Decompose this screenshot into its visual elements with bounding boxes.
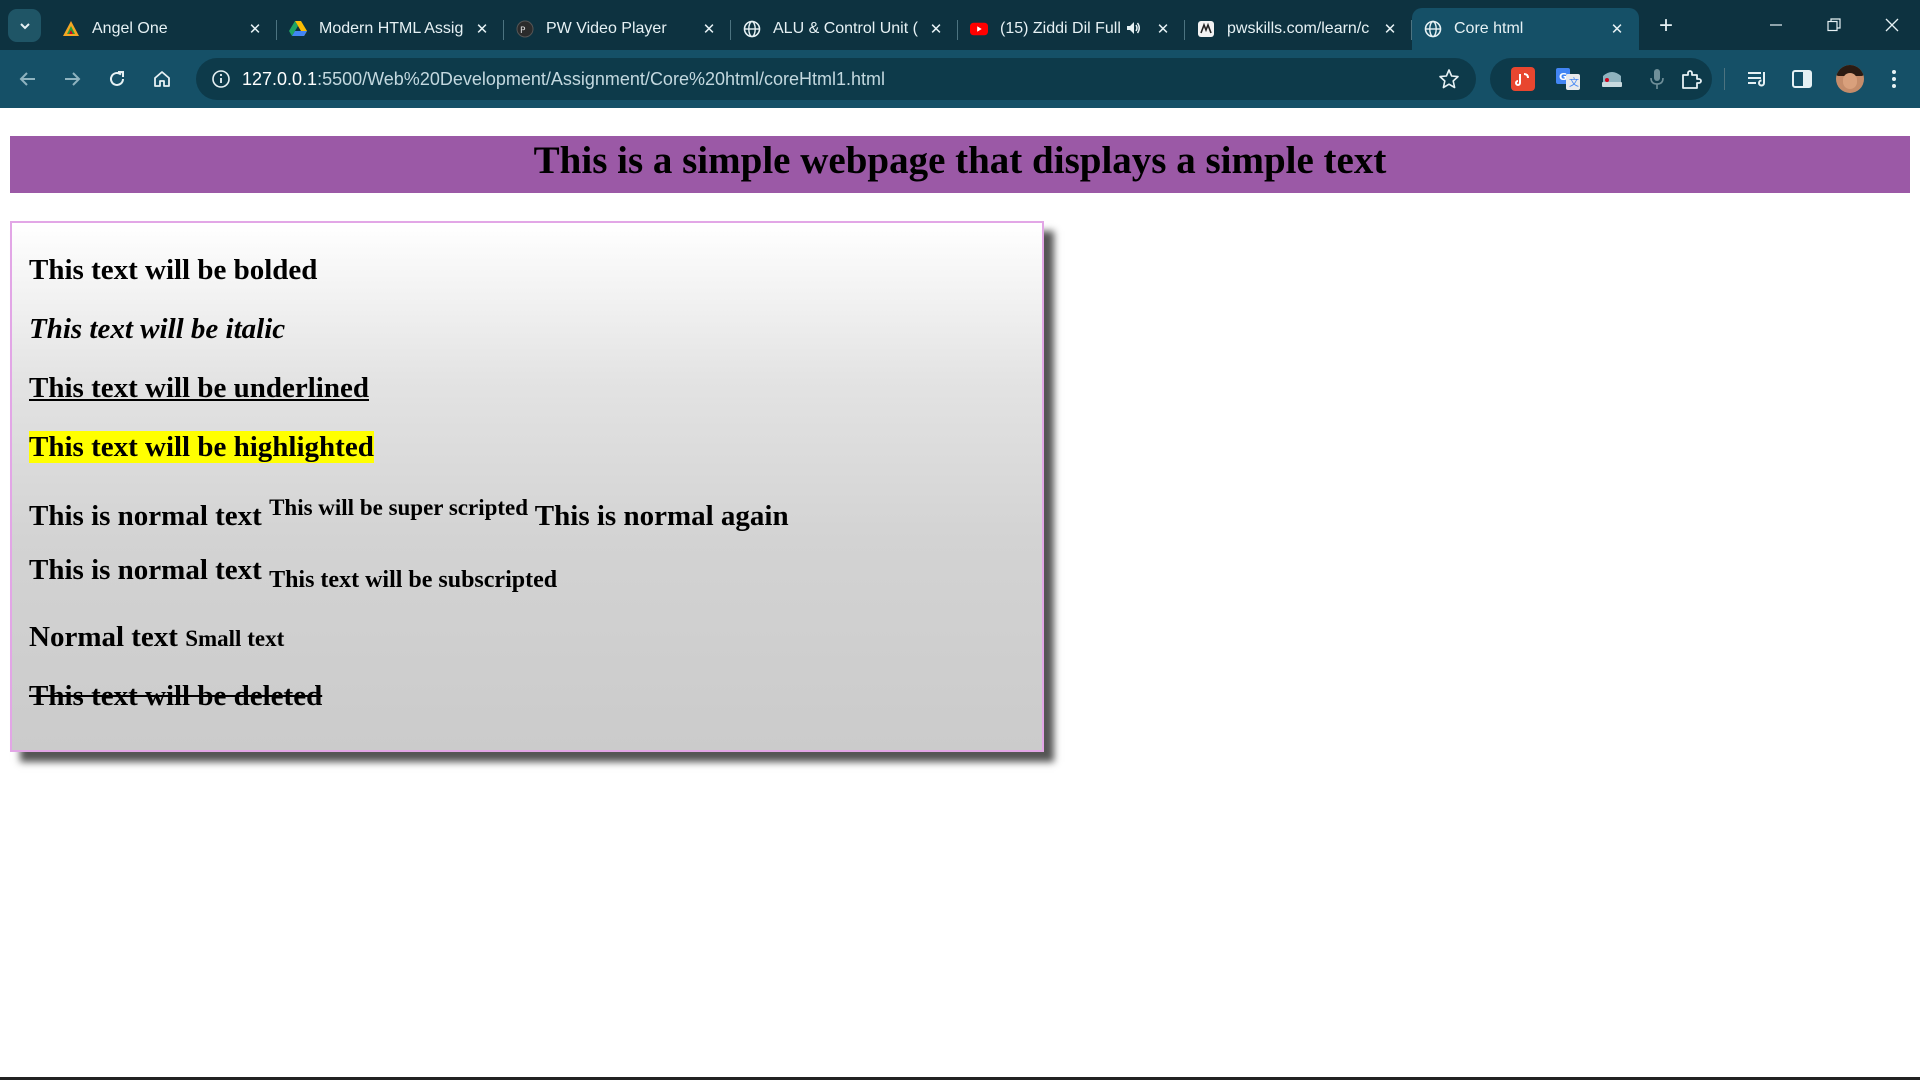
back-button[interactable]: [12, 63, 44, 95]
normal-text: This is normal text: [29, 500, 270, 532]
tab-pw-video-player[interactable]: P PW Video Player ✕: [504, 8, 731, 50]
close-icon[interactable]: ✕: [699, 19, 719, 39]
menu-button[interactable]: [1878, 63, 1910, 95]
bold-text: This text will be bolded: [29, 254, 318, 286]
url-text: 127.0.0.1:5500/Web%20Development/Assignm…: [242, 69, 885, 90]
tab-alu-control-unit[interactable]: ALU & Control Unit ( ✕: [731, 8, 958, 50]
site-info-button[interactable]: [200, 58, 242, 100]
tab-search-button[interactable]: [8, 9, 41, 42]
extensions-puzzle-icon[interactable]: [1679, 67, 1703, 91]
restore-button[interactable]: [1806, 0, 1862, 50]
avatar-face: [1843, 73, 1857, 89]
small-text-line: Normal text Small text: [29, 621, 284, 654]
close-icon[interactable]: ✕: [1607, 19, 1627, 39]
subscript-line: This is normal text This text will be su…: [29, 554, 557, 594]
browser-toolbar: 127.0.0.1:5500/Web%20Development/Assignm…: [0, 50, 1920, 108]
tab-title: Angel One: [92, 20, 168, 37]
more-vertical-icon: [1892, 70, 1896, 88]
superscript-text: This will be super scripted: [269, 495, 529, 520]
close-icon[interactable]: ✕: [926, 19, 946, 39]
info-icon: [212, 70, 230, 88]
page-heading: This is a simple webpage that displays a…: [10, 136, 1910, 193]
italic-text: This text will be italic: [29, 313, 286, 345]
tab-pwskills[interactable]: pwskills.com/learn/c ✕: [1185, 8, 1412, 50]
pwskills-icon: [1197, 20, 1215, 38]
media-queue-icon: [1748, 72, 1765, 87]
minimize-button[interactable]: [1748, 0, 1804, 50]
reading-list-button[interactable]: [1742, 63, 1774, 95]
small-text: Small text: [185, 626, 285, 651]
arrow-right-icon: [65, 72, 81, 86]
tab-strip: Angel One ✕ Modern HTML Assign ✕ P PW Vi…: [0, 0, 1920, 50]
highlight-line: This text will be highlighted: [29, 431, 374, 464]
globe-icon: [1424, 20, 1442, 38]
bookmark-star-button[interactable]: [1438, 68, 1460, 95]
close-icon: [1885, 18, 1899, 32]
tab-title: Modern HTML Assign: [319, 20, 464, 37]
profile-avatar[interactable]: [1836, 65, 1864, 93]
minimize-icon: [1770, 24, 1782, 26]
new-tab-button[interactable]: +: [1651, 12, 1681, 40]
speaker-icon[interactable]: [1125, 20, 1145, 39]
arrow-left-icon: [19, 72, 35, 86]
youtube-icon: [970, 20, 988, 38]
svg-text:G: G: [1559, 72, 1567, 83]
tab-modern-html[interactable]: Modern HTML Assign ✕: [277, 8, 504, 50]
url-path: :5500/Web%20Development/Assignment/Core%…: [317, 68, 886, 89]
tab-title: ALU & Control Unit (: [773, 20, 918, 37]
deleted-line: This text will be deleted: [29, 680, 322, 713]
google-translate-icon[interactable]: G文: [1556, 67, 1580, 91]
tab-youtube-ziddi-dil[interactable]: (15) Ziddi Dil Full ✕: [958, 8, 1185, 50]
normal-again-text: This is normal again: [528, 500, 789, 532]
close-icon[interactable]: ✕: [472, 19, 492, 39]
address-bar[interactable]: 127.0.0.1:5500/Web%20Development/Assignm…: [196, 58, 1476, 100]
tab-core-html[interactable]: Core html ✕: [1412, 8, 1639, 50]
star-icon: [1439, 69, 1459, 89]
tab-title: PW Video Player: [546, 20, 667, 37]
close-icon[interactable]: ✕: [245, 19, 265, 39]
close-icon[interactable]: ✕: [1380, 19, 1400, 39]
extensions-group: G文: [1490, 58, 1712, 100]
globe-icon: [743, 20, 761, 38]
microphone-icon[interactable]: [1645, 67, 1669, 91]
normal-text: This is normal text: [29, 554, 270, 586]
highlighted-text: This text will be highlighted: [29, 431, 374, 463]
web-page: This is a simple webpage that displays a…: [0, 108, 1920, 1078]
tab-title: (15) Ziddi Dil Full: [1000, 20, 1121, 37]
superscript-line: This is normal text This will be super s…: [29, 495, 789, 533]
extension-red-icon[interactable]: [1511, 67, 1535, 91]
reload-icon: [110, 71, 124, 86]
underlined-text: This text will be underlined: [29, 372, 369, 404]
chevron-down-icon: [19, 22, 30, 29]
home-icon: [154, 71, 170, 87]
google-drive-icon: [289, 20, 307, 38]
forward-button[interactable]: [56, 63, 88, 95]
pw-logo-icon: P: [516, 20, 534, 38]
toolbar-divider: [1724, 68, 1725, 90]
deleted-text: This text will be deleted: [29, 680, 323, 712]
url-host: 127.0.0.1: [242, 68, 318, 89]
tab-title: Core html: [1454, 20, 1524, 37]
tab-angel-one[interactable]: Angel One ✕: [50, 8, 277, 50]
normal-text: Normal text: [29, 621, 186, 653]
extension-cast-icon[interactable]: [1600, 67, 1624, 91]
tab-list: Angel One ✕ Modern HTML Assign ✕ P PW Vi…: [50, 8, 1639, 50]
tab-title: pwskills.com/learn/c: [1227, 20, 1370, 37]
close-window-button[interactable]: [1864, 0, 1920, 50]
home-button[interactable]: [146, 63, 178, 95]
text-formatting-card: This text will be bolded This text will …: [10, 221, 1044, 752]
reload-button[interactable]: [101, 63, 133, 95]
restore-icon: [1827, 18, 1841, 32]
svg-text:P: P: [520, 26, 526, 36]
side-panel-icon: [1792, 70, 1812, 88]
angel-one-logo-icon: [62, 20, 80, 38]
subscript-text: This text will be subscripted: [269, 567, 558, 593]
side-panel-button[interactable]: [1786, 63, 1818, 95]
svg-text:文: 文: [1569, 76, 1579, 89]
close-icon[interactable]: ✕: [1153, 19, 1173, 39]
